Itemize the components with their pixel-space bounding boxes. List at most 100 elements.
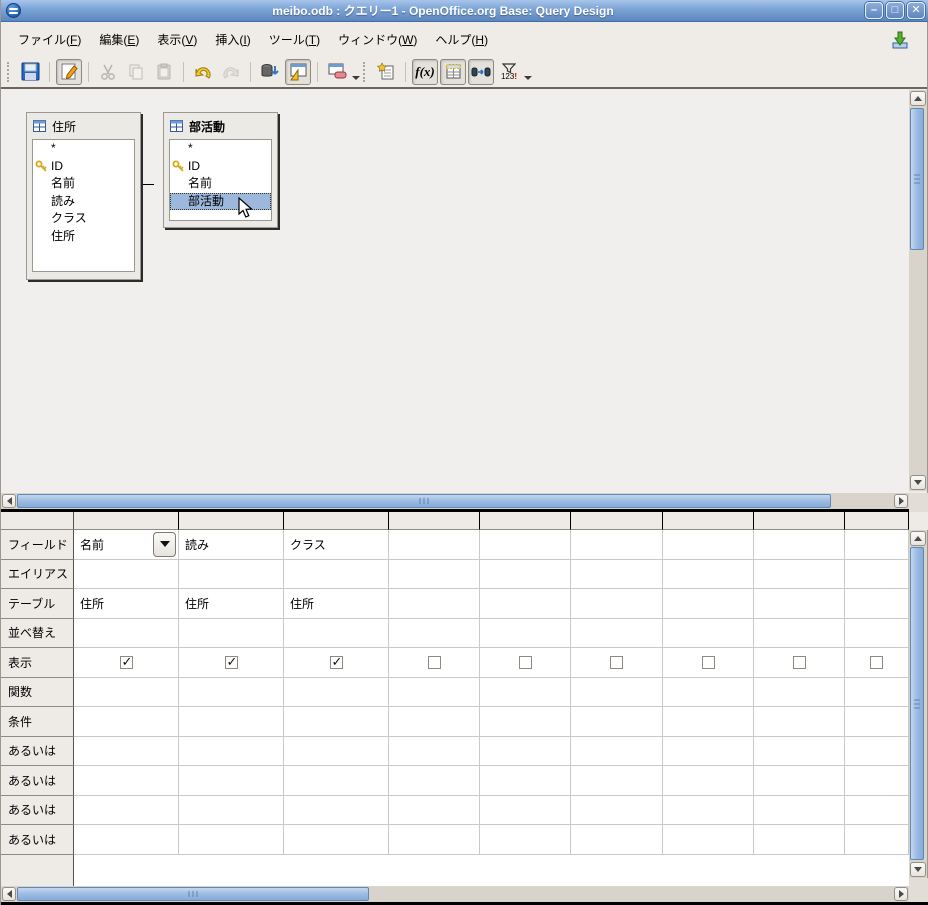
function-cell[interactable]	[389, 678, 480, 708]
menu-window[interactable]: ウィンドウ(W)	[329, 27, 426, 52]
scroll-down-button[interactable]	[910, 862, 926, 877]
or-cell[interactable]	[179, 766, 284, 796]
or-cell[interactable]	[284, 825, 389, 855]
sort-cell[interactable]	[845, 619, 909, 649]
function-cell[interactable]	[845, 678, 909, 708]
table-cell[interactable]: 住所	[74, 589, 179, 619]
table-cell[interactable]: 住所	[179, 589, 284, 619]
table-window-jusho-header[interactable]: 住所	[27, 113, 140, 139]
criterion-cell[interactable]	[571, 707, 663, 737]
sort-cell[interactable]	[389, 619, 480, 649]
or-cell[interactable]	[754, 796, 845, 826]
functions-icon[interactable]: f(x)	[412, 59, 438, 85]
visible-checkbox[interactable]	[120, 656, 133, 669]
column-header[interactable]	[571, 512, 663, 530]
table-window-bukatsudo[interactable]: 部活動 * ID 名前 部活動	[163, 112, 278, 228]
or-cell[interactable]	[389, 766, 480, 796]
criterion-cell[interactable]	[663, 707, 754, 737]
criterion-cell[interactable]	[389, 707, 480, 737]
field-cell[interactable]	[663, 530, 754, 560]
toolbar-overflow-icon[interactable]	[523, 59, 533, 85]
or-cell[interactable]	[179, 825, 284, 855]
or-cell[interactable]	[845, 796, 909, 826]
or-cell[interactable]	[663, 796, 754, 826]
menu-edit[interactable]: 編集(E)	[90, 27, 148, 52]
sort-cell[interactable]	[74, 619, 179, 649]
visible-checkbox[interactable]	[870, 656, 883, 669]
table-cell[interactable]	[389, 589, 480, 619]
field-item[interactable]: ID	[170, 158, 271, 176]
column-header[interactable]	[389, 512, 480, 530]
toolbar-grip[interactable]	[7, 62, 11, 82]
field-cell[interactable]	[845, 530, 909, 560]
or-cell[interactable]	[663, 825, 754, 855]
column-header[interactable]	[74, 512, 179, 530]
field-cell[interactable]: 読み	[179, 530, 284, 560]
grid-corner-cell[interactable]	[1, 512, 74, 530]
distinct-values-icon[interactable]: 123!	[496, 59, 522, 85]
lower-hscroll-thumb[interactable]	[17, 887, 369, 901]
visible-cell[interactable]	[284, 648, 389, 678]
function-cell[interactable]	[571, 678, 663, 708]
or-cell[interactable]	[74, 796, 179, 826]
or-cell[interactable]	[571, 766, 663, 796]
sort-cell[interactable]	[663, 619, 754, 649]
visible-checkbox[interactable]	[428, 656, 441, 669]
field-cell[interactable]: 名前	[74, 530, 179, 560]
sort-cell[interactable]	[754, 619, 845, 649]
function-cell[interactable]	[179, 678, 284, 708]
design-view-icon[interactable]	[285, 59, 311, 85]
field-item[interactable]: 読み	[33, 193, 134, 211]
save-icon[interactable]	[17, 59, 43, 85]
or-cell[interactable]	[284, 766, 389, 796]
function-cell[interactable]	[74, 678, 179, 708]
lower-vscroll-thumb[interactable]	[910, 547, 924, 860]
cut-icon[interactable]	[95, 59, 121, 85]
or-cell[interactable]	[571, 796, 663, 826]
column-header[interactable]	[663, 512, 754, 530]
criterion-cell[interactable]	[480, 707, 571, 737]
alias-cell[interactable]	[74, 560, 179, 590]
upper-horizontal-scrollbar[interactable]	[1, 493, 909, 509]
visible-cell[interactable]	[480, 648, 571, 678]
visible-checkbox[interactable]	[519, 656, 532, 669]
criterion-cell[interactable]	[845, 707, 909, 737]
visible-checkbox[interactable]	[610, 656, 623, 669]
or-cell[interactable]	[74, 825, 179, 855]
edit-icon[interactable]	[56, 59, 82, 85]
toolbar-grip-2[interactable]	[363, 62, 367, 82]
field-item[interactable]: ID	[33, 158, 134, 176]
alias-cell[interactable]	[480, 560, 571, 590]
or-cell[interactable]	[571, 825, 663, 855]
column-header[interactable]	[754, 512, 845, 530]
or-cell[interactable]	[389, 737, 480, 767]
menu-view[interactable]: 表示(V)	[148, 27, 206, 52]
sort-cell[interactable]	[284, 619, 389, 649]
table-cell[interactable]	[754, 589, 845, 619]
column-header[interactable]	[845, 512, 909, 530]
run-query-icon[interactable]	[257, 59, 283, 85]
visible-cell[interactable]	[179, 648, 284, 678]
function-cell[interactable]	[480, 678, 571, 708]
function-cell[interactable]	[754, 678, 845, 708]
clear-query-dropdown-icon[interactable]	[351, 59, 361, 85]
scroll-up-button[interactable]	[910, 531, 926, 546]
visible-cell[interactable]	[389, 648, 480, 678]
copy-icon[interactable]	[123, 59, 149, 85]
function-cell[interactable]	[284, 678, 389, 708]
or-cell[interactable]	[845, 825, 909, 855]
or-cell[interactable]	[74, 737, 179, 767]
menu-tools[interactable]: ツール(T)	[260, 27, 329, 52]
maximize-button[interactable]: □	[886, 2, 904, 19]
visible-cell[interactable]	[754, 648, 845, 678]
table-cell[interactable]: 住所	[284, 589, 389, 619]
redo-icon[interactable]	[218, 59, 244, 85]
or-cell[interactable]	[754, 766, 845, 796]
criterion-cell[interactable]	[754, 707, 845, 737]
titlebar[interactable]: meibo.odb : クエリー1 - OpenOffice.org Base:…	[1, 0, 928, 22]
scroll-down-button[interactable]	[910, 475, 926, 490]
or-cell[interactable]	[571, 737, 663, 767]
criterion-cell[interactable]	[284, 707, 389, 737]
field-cell[interactable]	[571, 530, 663, 560]
sort-cell[interactable]	[480, 619, 571, 649]
